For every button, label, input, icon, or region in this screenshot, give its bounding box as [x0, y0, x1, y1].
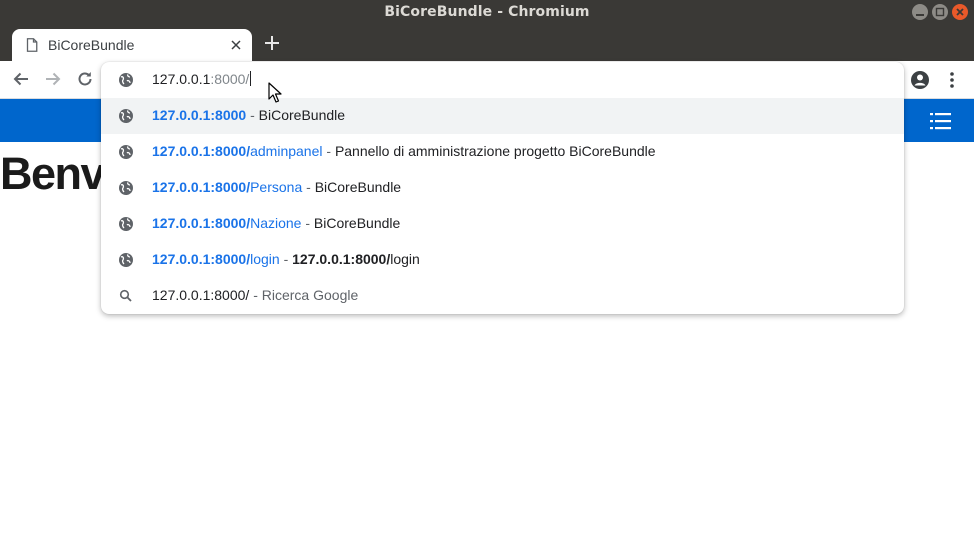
window-titlebar: BiCoreBundle - Chromium [0, 0, 974, 25]
address-typed-text: 127.0.0.1 [152, 71, 211, 87]
page-icon [26, 38, 38, 52]
suggestion-description: BiCoreBundle [314, 179, 402, 195]
suggestion-text: 127.0.0.1:8000/Persona - BiCoreBundle [152, 179, 401, 195]
menu-dots-icon[interactable] [944, 70, 960, 90]
suggestion-item[interactable]: 127.0.0.1:8000/login - 127.0.0.1:8000/lo… [101, 242, 904, 278]
address-autocomplete-text: :8000/ [210, 71, 250, 87]
tab-bicorebundle[interactable]: BiCoreBundle [12, 29, 252, 61]
search-engine-label: Ricerca Google [261, 287, 359, 303]
suggestion-url-rest: login [250, 251, 280, 267]
globe-icon [119, 73, 133, 87]
maximize-icon [935, 7, 945, 17]
suggestion-separator: - [301, 215, 314, 231]
suggestion-description-bold: 127.0.0.1:8000/ [292, 251, 391, 267]
suggestion-item[interactable]: 127.0.0.1:8000/adminpanel - Pannello di … [101, 134, 904, 170]
mouse-pointer-icon [268, 82, 282, 103]
globe-icon [119, 109, 133, 123]
forward-arrow-icon[interactable] [44, 70, 62, 88]
suggestion-separator: - [279, 251, 293, 267]
search-query: 127.0.0.1:8000/ [152, 287, 250, 303]
address-bar[interactable]: 127.0.0.1:8000/ [101, 62, 904, 98]
close-window-button[interactable] [952, 4, 968, 20]
minimize-button[interactable] [912, 4, 928, 20]
suggestion-url-bold: 127.0.0.1:8000 [152, 107, 247, 123]
text-caret [250, 71, 252, 86]
suggestion-url-bold: 127.0.0.1:8000/ [152, 179, 251, 195]
suggestion-url-rest: Persona [250, 179, 303, 195]
suggestion-description: login [390, 251, 420, 267]
suggestion-description: BiCoreBundle [258, 107, 346, 123]
suggestion-description: BiCoreBundle [313, 215, 401, 231]
globe-icon [119, 253, 133, 267]
suggestion-text: 127.0.0.1:8000 - BiCoreBundle [152, 107, 345, 123]
globe-icon [119, 145, 133, 159]
suggestion-text: 127.0.0.1:8000/ - Ricerca Google [152, 287, 358, 303]
tab-strip: BiCoreBundle [0, 25, 974, 61]
suggestion-text: 127.0.0.1:8000/login - 127.0.0.1:8000/lo… [152, 251, 420, 267]
suggestion-url-rest: adminpanel [250, 143, 323, 159]
suggestion-url-rest: Nazione [250, 215, 302, 231]
reload-icon[interactable] [76, 70, 94, 88]
tab-title: BiCoreBundle [48, 37, 135, 53]
search-icon [119, 289, 132, 302]
suggestion-separator: - [322, 143, 335, 159]
close-icon [956, 8, 964, 16]
suggestion-item[interactable]: 127.0.0.1:8000/Nazione - BiCoreBundle [101, 206, 904, 242]
back-arrow-icon[interactable] [12, 70, 30, 88]
suggestion-text: 127.0.0.1:8000/adminpanel - Pannello di … [152, 143, 656, 159]
suggestion-text: 127.0.0.1:8000/Nazione - BiCoreBundle [152, 215, 400, 231]
suggestion-item[interactable]: 127.0.0.1:8000 - BiCoreBundle [101, 98, 904, 134]
list-menu-icon[interactable] [930, 111, 952, 131]
omnibox-dropdown: 127.0.0.1:8000/ 127.0.0.1:8000 - BiCoreB… [101, 62, 904, 314]
globe-icon [119, 181, 133, 195]
suggestion-item[interactable]: 127.0.0.1:8000/Persona - BiCoreBundle [101, 170, 904, 206]
suggestion-url-bold: 127.0.0.1:8000/ [152, 215, 251, 231]
suggestion-description: Pannello di amministrazione progetto BiC… [334, 143, 656, 159]
window-title: BiCoreBundle - Chromium [384, 4, 590, 20]
suggestion-separator: - [302, 179, 315, 195]
profile-icon[interactable] [910, 70, 930, 90]
address-input[interactable]: 127.0.0.1:8000/ [152, 71, 252, 87]
suggestion-separator: - [249, 287, 262, 303]
suggestion-url-bold: 127.0.0.1:8000/ [152, 251, 251, 267]
new-tab-icon[interactable] [264, 35, 280, 51]
maximize-button[interactable] [932, 4, 948, 20]
globe-icon [119, 217, 133, 231]
search-suggestion-item[interactable]: 127.0.0.1:8000/ - Ricerca Google [101, 278, 904, 314]
minimize-icon [916, 14, 924, 16]
suggestion-url-bold: 127.0.0.1:8000/ [152, 143, 251, 159]
tab-close-icon[interactable] [230, 39, 242, 51]
suggestion-separator: - [246, 107, 259, 123]
